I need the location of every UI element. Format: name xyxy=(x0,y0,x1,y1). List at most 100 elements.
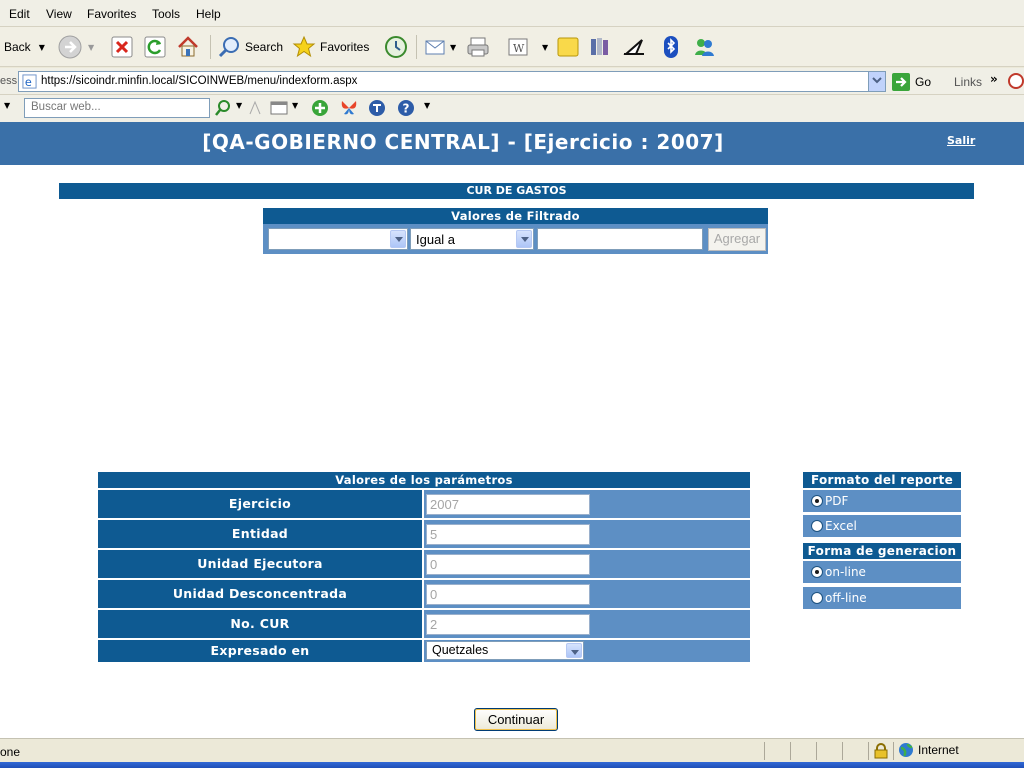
no-cur-input[interactable]: 2 xyxy=(426,614,590,635)
go-button[interactable]: Go xyxy=(892,72,931,92)
favorites-label: Favorites xyxy=(320,40,370,54)
excel-radio[interactable] xyxy=(811,520,823,532)
forward-dropdown-icon[interactable]: ▼ xyxy=(88,43,94,52)
shield-icon[interactable] xyxy=(368,99,386,117)
browser-chrome: Edit View Favorites Tools Help Back ▼ ▼ … xyxy=(0,0,1024,122)
popup-blocker-icon[interactable] xyxy=(270,100,288,116)
zone-label: Internet xyxy=(918,743,959,757)
popup-dropdown-icon[interactable]: ▼ xyxy=(292,101,298,110)
ejercicio-input[interactable]: 2007 xyxy=(426,494,590,515)
format-option-excel[interactable]: Excel xyxy=(803,515,961,537)
menu-edit[interactable]: Edit xyxy=(9,7,30,21)
chevron-right-icon[interactable]: » xyxy=(990,72,998,86)
format-option-pdf[interactable]: PDF xyxy=(803,490,961,512)
continue-button[interactable]: Continuar xyxy=(474,708,558,731)
favorites-star-icon xyxy=(292,35,316,58)
logout-link[interactable]: Salir xyxy=(947,134,975,147)
help-icon[interactable]: ? xyxy=(397,99,415,117)
pdf-radio[interactable] xyxy=(811,495,823,507)
search-button[interactable]: Search xyxy=(217,33,283,61)
toolbar-menu-icon[interactable]: ▼ xyxy=(4,101,10,110)
svg-text:e: e xyxy=(25,76,32,89)
history-button[interactable] xyxy=(384,33,408,61)
add-plus-icon[interactable] xyxy=(311,99,329,117)
msn-buddies-icon xyxy=(695,39,714,56)
filter-operator-select[interactable]: Igual a xyxy=(410,228,534,250)
home-button[interactable] xyxy=(176,33,200,61)
discuss-button[interactable] xyxy=(556,33,580,61)
magnifier-icon[interactable] xyxy=(214,99,232,117)
search-dropdown-icon[interactable]: ▼ xyxy=(236,101,242,110)
go-label: Go xyxy=(915,75,932,89)
search-toolbar: ▼ Buscar web... ▼ ▼ ? ▼ xyxy=(0,95,1024,122)
param-cell: 0 xyxy=(424,580,750,608)
menu-tools[interactable]: Tools xyxy=(152,7,180,21)
unidad-ejecutora-input[interactable]: 0 xyxy=(426,554,590,575)
menu-favorites[interactable]: Favorites xyxy=(87,7,136,21)
highlight-icon[interactable] xyxy=(248,100,262,116)
forward-button[interactable]: ▼ xyxy=(58,33,94,61)
status-divider xyxy=(816,742,817,760)
param-row-ejercicio: Ejercicio 2007 xyxy=(98,490,750,518)
status-divider xyxy=(790,742,791,760)
msn-button[interactable] xyxy=(692,33,716,61)
refresh-button[interactable] xyxy=(143,33,167,61)
link-page-icon[interactable] xyxy=(1008,73,1024,89)
bluetooth-icon xyxy=(664,36,678,58)
links-label[interactable]: Links xyxy=(954,75,982,89)
stop-button[interactable] xyxy=(110,33,134,61)
books-icon xyxy=(591,38,608,55)
chevron-down-icon xyxy=(872,77,882,84)
unidad-desconcentrada-input[interactable]: 0 xyxy=(426,584,590,605)
online-radio[interactable] xyxy=(811,566,823,578)
param-cell: Quetzales xyxy=(424,640,750,662)
mail-button[interactable]: ▼ xyxy=(424,33,456,61)
currency-select[interactable]: Quetzales xyxy=(426,641,584,660)
offline-label: off-line xyxy=(825,591,867,605)
print-button[interactable] xyxy=(466,33,490,61)
offline-radio[interactable] xyxy=(811,592,823,604)
help-dropdown-icon[interactable]: ▼ xyxy=(424,101,430,110)
sailboat-icon xyxy=(623,39,644,55)
menu-bar: Edit View Favorites Tools Help xyxy=(0,0,1024,27)
param-label: Ejercicio xyxy=(98,490,422,518)
stop-icon xyxy=(111,36,133,58)
currency-value: Quetzales xyxy=(432,643,489,657)
favorites-button[interactable]: Favorites xyxy=(292,33,369,61)
edit-dropdown-icon[interactable]: ▼ xyxy=(542,43,548,52)
generation-option-online[interactable]: on-line xyxy=(803,561,961,583)
back-dropdown-icon[interactable]: ▼ xyxy=(39,43,45,52)
butterfly-icon[interactable] xyxy=(340,99,358,117)
status-divider xyxy=(893,742,894,760)
svg-text:W: W xyxy=(513,42,525,55)
back-button[interactable]: Back ▼ xyxy=(4,33,45,61)
search-icon xyxy=(218,37,239,58)
printer-icon xyxy=(467,37,489,57)
entidad-input[interactable]: 5 xyxy=(426,524,590,545)
windows-taskbar xyxy=(0,762,1024,768)
messenger-button[interactable] xyxy=(622,33,646,61)
add-filter-button[interactable]: Agregar xyxy=(708,228,766,251)
chevron-down-icon xyxy=(566,643,582,658)
param-row-no-cur: No. CUR 2 xyxy=(98,610,750,638)
filter-value-input[interactable] xyxy=(537,228,703,250)
bluetooth-button[interactable] xyxy=(659,33,683,61)
generation-option-offline[interactable]: off-line xyxy=(803,587,961,609)
research-button[interactable] xyxy=(588,33,612,61)
address-url: https://sicoindr.minfin.local/SICOINWEB/… xyxy=(41,75,358,87)
web-search-input[interactable]: Buscar web... xyxy=(24,98,210,118)
menu-help[interactable]: Help xyxy=(196,7,221,21)
pdf-label: PDF xyxy=(825,494,849,508)
filter-field-select[interactable] xyxy=(268,228,408,250)
param-label: Unidad Ejecutora xyxy=(98,550,422,578)
param-label: No. CUR xyxy=(98,610,422,638)
mail-dropdown-icon[interactable]: ▼ xyxy=(450,43,456,52)
chevron-down-icon xyxy=(516,230,532,248)
globe-icon xyxy=(899,743,913,757)
edit-word-button[interactable]: W ▼ xyxy=(506,33,548,61)
chevron-down-icon xyxy=(390,230,406,248)
address-field[interactable]: e https://sicoindr.minfin.local/SICOINWE… xyxy=(18,71,886,92)
address-dropdown[interactable] xyxy=(868,72,885,91)
home-icon xyxy=(178,36,198,57)
menu-view[interactable]: View xyxy=(46,7,72,21)
